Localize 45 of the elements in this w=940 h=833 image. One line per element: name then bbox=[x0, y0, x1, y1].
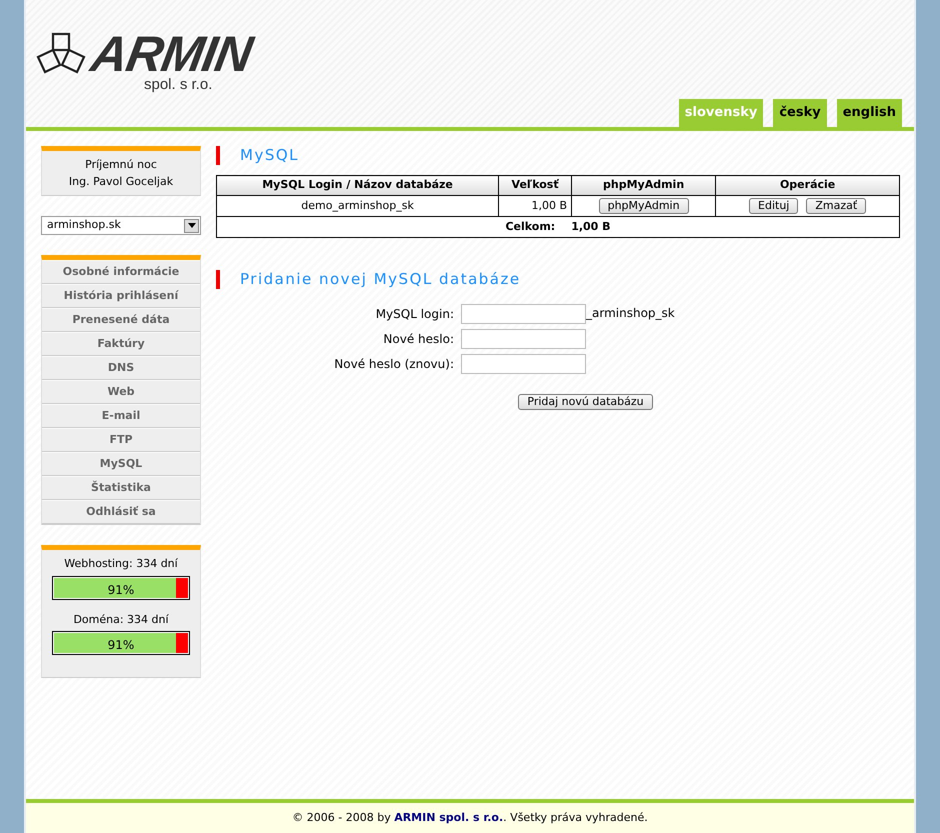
logo-wordmark: ARMIN bbox=[88, 32, 255, 76]
menu-item[interactable]: Web bbox=[42, 380, 200, 404]
total-label: Celkom: bbox=[505, 218, 556, 235]
table-cell: 1,00 B bbox=[498, 196, 572, 216]
action-button[interactable]: Edituj bbox=[749, 198, 798, 214]
input-field[interactable] bbox=[461, 304, 586, 324]
menu-item[interactable]: Osobné informácie bbox=[42, 260, 200, 284]
copyright-text: © 2006 - 2008 by ARMIN spol. s r.o.. Všetky práva vyhradené. bbox=[292, 810, 648, 826]
expiry-label: Doména: 334 dní bbox=[72, 612, 170, 628]
company-link[interactable]: ARMIN spol. s r.o. bbox=[394, 810, 504, 824]
menu-item[interactable]: Faktúry bbox=[42, 332, 200, 356]
menu-item[interactable]: MySQL bbox=[42, 452, 200, 476]
section-title: Pridanie novej MySQL databáze bbox=[216, 270, 900, 289]
column-header: Veľkosť bbox=[498, 176, 572, 196]
menu-item[interactable]: Prenesené dáta bbox=[42, 308, 200, 332]
language-tab[interactable]: česky bbox=[773, 98, 827, 127]
logo-subtitle: spol. s r.o. bbox=[144, 76, 214, 94]
menu-item[interactable]: Štatistika bbox=[42, 476, 200, 500]
menu-item[interactable]: FTP bbox=[42, 428, 200, 452]
progress-reading: 91% bbox=[106, 582, 136, 598]
add-database-button[interactable]: Pridaj novú databázu bbox=[518, 394, 653, 410]
menu-item[interactable]: Odhlásiť sa bbox=[42, 500, 200, 524]
action-button[interactable]: Zmazať bbox=[806, 198, 866, 214]
field-suffix: _arminshop_sk bbox=[586, 305, 675, 322]
column-header: phpMyAdmin bbox=[572, 176, 716, 196]
caret-icon bbox=[188, 223, 196, 228]
input-field[interactable] bbox=[461, 329, 586, 349]
total-value: 1,00 B bbox=[571, 218, 611, 235]
expiry-label: Webhosting: 334 dní bbox=[63, 556, 179, 572]
menu-item[interactable]: DNS bbox=[42, 356, 200, 380]
column-header: MySQL Login / Názov databáze bbox=[216, 176, 499, 196]
column-header: Operácie bbox=[716, 176, 900, 196]
domain-select[interactable]: arminshop.sk bbox=[41, 216, 201, 235]
field-label: MySQL login: bbox=[374, 306, 455, 323]
section-title: MySQL bbox=[216, 146, 900, 165]
field-label: Nové heslo: bbox=[382, 331, 455, 348]
menu-item[interactable]: E-mail bbox=[42, 404, 200, 428]
input-field[interactable] bbox=[461, 354, 586, 374]
progress-reading: 91% bbox=[106, 637, 136, 654]
greeting-panel: Príjemnú noc Ing. Pavol Goceljak bbox=[41, 146, 201, 196]
phpmyadmin-button[interactable]: phpMyAdmin bbox=[598, 198, 689, 214]
field-label: Nové heslo (znovu): bbox=[333, 356, 455, 373]
language-tab[interactable]: english bbox=[836, 98, 902, 127]
table-cell: demo_arminshop_sk bbox=[216, 196, 499, 216]
menu-item[interactable]: História prihlásení bbox=[42, 284, 200, 308]
